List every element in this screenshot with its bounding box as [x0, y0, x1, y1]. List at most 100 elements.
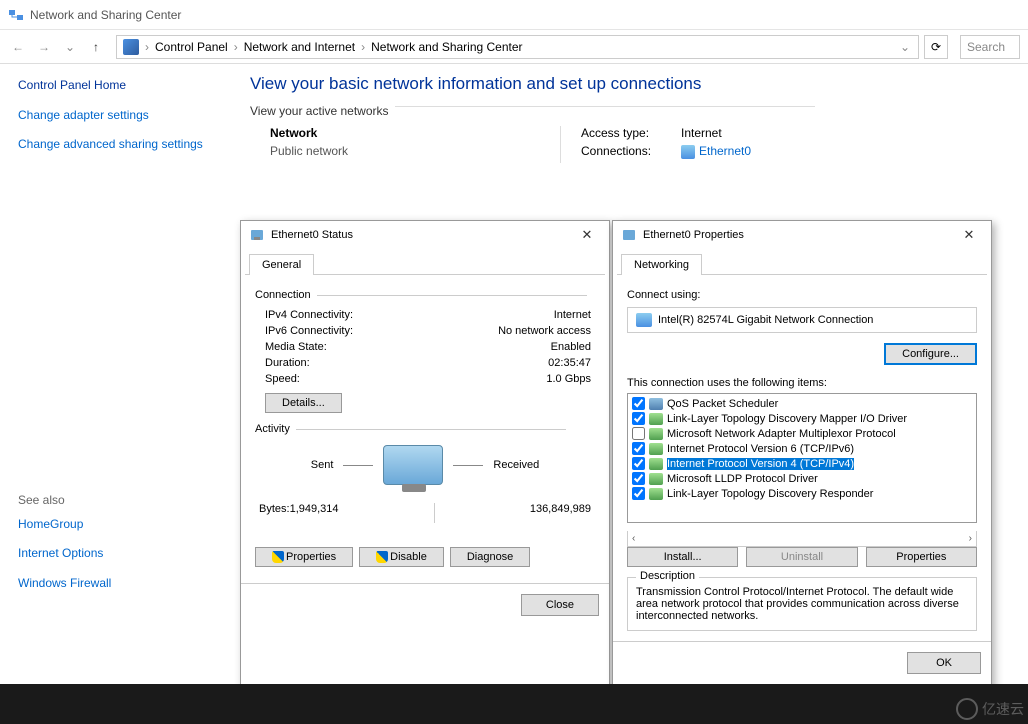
list-item[interactable]: QoS Packet Scheduler — [630, 396, 974, 411]
sidebar-home-link[interactable]: Control Panel Home — [18, 78, 212, 94]
item-checkbox[interactable] — [632, 457, 645, 470]
configure-button[interactable]: Configure... — [884, 343, 977, 365]
page-title: View your basic network information and … — [250, 74, 1008, 94]
item-label: Link-Layer Topology Discovery Responder — [667, 488, 873, 500]
close-button[interactable]: Close — [521, 594, 599, 616]
access-type-label: Access type: — [581, 126, 681, 140]
sidebar-homegroup-link[interactable]: HomeGroup — [18, 517, 212, 533]
chevron-right-icon[interactable]: › — [359, 40, 367, 54]
control-panel-icon — [123, 39, 139, 55]
chevron-down-icon[interactable]: ⌄ — [898, 40, 912, 54]
search-input[interactable]: Search — [960, 35, 1020, 59]
dialog-title: Ethernet0 Properties — [643, 229, 955, 241]
status-dialog: Ethernet0 Status ✕ General Connection IP… — [240, 220, 610, 700]
speed-value: 1.0 Gbps — [546, 373, 591, 385]
item-label: Internet Protocol Version 6 (TCP/IPv6) — [667, 443, 854, 455]
protocol-icon — [649, 428, 663, 440]
connections-label: Connections: — [581, 144, 681, 159]
list-item[interactable]: Microsoft LLDP Protocol Driver — [630, 471, 974, 486]
chevron-right-icon[interactable]: › — [143, 40, 151, 54]
sidebar-internet-options-link[interactable]: Internet Options — [18, 546, 212, 562]
back-button[interactable]: ← — [8, 37, 28, 57]
nav-bar: ← → ⌄ ↑ › Control Panel › Network and In… — [0, 30, 1028, 64]
properties-button[interactable]: Properties — [255, 547, 353, 567]
watermark: 亿速云 — [956, 698, 1024, 720]
close-icon[interactable]: ✕ — [955, 225, 983, 245]
network-type: Public network — [270, 144, 560, 158]
adapter-name: Intel(R) 82574L Gigabit Network Connecti… — [658, 314, 873, 326]
bytes-received: 136,849,989 — [530, 503, 591, 523]
item-checkbox[interactable] — [632, 472, 645, 485]
item-checkbox[interactable] — [632, 397, 645, 410]
close-icon[interactable]: ✕ — [573, 225, 601, 245]
protocol-icon — [649, 413, 663, 425]
breadcrumb[interactable]: › Control Panel › Network and Internet ›… — [116, 35, 919, 59]
media-value: Enabled — [551, 341, 591, 353]
item-checkbox[interactable] — [632, 442, 645, 455]
ok-button[interactable]: OK — [907, 652, 981, 674]
up-button[interactable]: ↑ — [86, 37, 106, 57]
active-networks-label: View your active networks — [250, 104, 389, 118]
chevron-right-icon[interactable]: › — [232, 40, 240, 54]
ipv4-value: Internet — [554, 309, 591, 321]
disable-button[interactable]: Disable — [359, 547, 444, 567]
items-listbox[interactable]: QoS Packet Scheduler Link-Layer Topology … — [627, 393, 977, 523]
items-label: This connection uses the following items… — [627, 377, 977, 389]
sent-label: Sent — [311, 459, 334, 471]
breadcrumb-item[interactable]: Network and Sharing Center — [371, 40, 522, 54]
media-label: Media State: — [265, 341, 327, 353]
protocol-icon — [649, 458, 663, 470]
network-center-icon — [8, 7, 24, 23]
details-button[interactable]: Details... — [265, 393, 342, 413]
ipv6-label: IPv6 Connectivity: — [265, 325, 353, 337]
install-button[interactable]: Install... — [627, 547, 738, 567]
window-titlebar: Network and Sharing Center — [0, 0, 1028, 30]
protocol-icon — [649, 443, 663, 455]
item-checkbox[interactable] — [632, 412, 645, 425]
shield-icon — [376, 551, 388, 563]
network-name: Network — [270, 126, 560, 140]
diagnose-button[interactable]: Diagnose — [450, 547, 530, 567]
sidebar-adapter-settings-link[interactable]: Change adapter settings — [18, 108, 212, 124]
connection-group-label: Connection — [255, 289, 595, 301]
list-item[interactable]: Link-Layer Topology Discovery Responder — [630, 486, 974, 501]
computers-icon — [383, 445, 443, 485]
duration-value: 02:35:47 — [548, 357, 591, 369]
duration-label: Duration: — [265, 357, 310, 369]
watermark-icon — [956, 698, 978, 720]
item-label: Microsoft LLDP Protocol Driver — [667, 473, 818, 485]
bytes-label: Bytes: — [259, 503, 290, 523]
tab-networking[interactable]: Networking — [621, 254, 702, 275]
breadcrumb-item[interactable]: Network and Internet — [244, 40, 355, 54]
breadcrumb-item[interactable]: Control Panel — [155, 40, 228, 54]
sidebar-firewall-link[interactable]: Windows Firewall — [18, 576, 212, 592]
list-item[interactable]: Microsoft Network Adapter Multiplexor Pr… — [630, 426, 974, 441]
received-label: Received — [493, 459, 539, 471]
description-label: Description — [636, 570, 699, 582]
sidebar: Control Panel Home Change adapter settin… — [0, 64, 230, 668]
list-item[interactable]: Internet Protocol Version 4 (TCP/IPv4) — [630, 456, 974, 471]
item-checkbox[interactable] — [632, 427, 645, 440]
ipv4-label: IPv4 Connectivity: — [265, 309, 353, 321]
shield-icon — [272, 551, 284, 563]
list-item[interactable]: Internet Protocol Version 6 (TCP/IPv6) — [630, 441, 974, 456]
refresh-button[interactable]: ⟳ — [924, 35, 948, 59]
horizontal-scrollbar[interactable]: ‹› — [627, 531, 977, 547]
bytes-sent: 1,949,314 — [290, 503, 339, 523]
item-label: Link-Layer Topology Discovery Mapper I/O… — [667, 413, 907, 425]
tab-general[interactable]: General — [249, 254, 314, 275]
activity-group-label: Activity — [255, 423, 595, 435]
sidebar-advanced-sharing-link[interactable]: Change advanced sharing settings — [18, 137, 212, 153]
list-item[interactable]: Link-Layer Topology Discovery Mapper I/O… — [630, 411, 974, 426]
taskbar[interactable] — [0, 684, 1028, 724]
properties-dialog: Ethernet0 Properties ✕ Networking Connec… — [612, 220, 992, 722]
item-properties-button[interactable]: Properties — [866, 547, 977, 567]
recent-button[interactable]: ⌄ — [60, 37, 80, 57]
connection-link[interactable]: Ethernet0 — [699, 144, 751, 158]
nic-icon — [636, 313, 652, 327]
see-also-heading: See also — [18, 493, 212, 507]
item-checkbox[interactable] — [632, 487, 645, 500]
connect-using-label: Connect using: — [627, 289, 977, 301]
dialog-title: Ethernet0 Status — [271, 229, 573, 241]
ethernet-icon — [681, 145, 695, 159]
